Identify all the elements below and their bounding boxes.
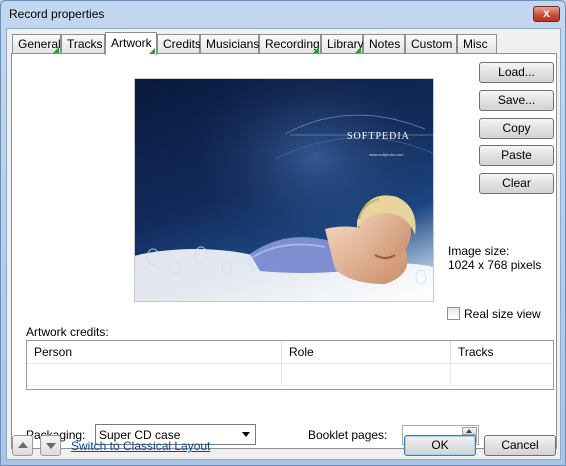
move-down-button[interactable] [40, 435, 61, 456]
modified-marker-icon [149, 48, 155, 54]
cancel-button-label: Cancel [501, 438, 539, 452]
copy-button-label: Copy [502, 121, 531, 135]
artwork-credits-label: Artwork credits: [26, 325, 109, 339]
record-properties-window: Record properties x General Tracks Artwo… [0, 0, 566, 466]
tab-tracks[interactable]: Tracks [61, 34, 105, 54]
watermark-brand: SOFTPEDIA [347, 131, 410, 142]
column-header-label: Person [34, 345, 73, 359]
paste-button[interactable]: Paste [479, 145, 554, 166]
spin-up-button[interactable] [462, 427, 477, 435]
load-button-label: Load... [498, 65, 535, 79]
table-cell[interactable] [282, 364, 451, 386]
tab-label: Artwork [111, 36, 152, 50]
chevron-down-icon [242, 432, 250, 437]
save-button-label: Save... [497, 93, 536, 107]
switch-layout-link[interactable]: Switch to Classical Layout [71, 439, 210, 453]
cancel-button[interactable]: Cancel [484, 435, 556, 456]
column-header-tracks[interactable]: Tracks [451, 341, 553, 364]
tab-label: Recording [265, 37, 320, 51]
artwork-credits-table[interactable]: Person Role Tracks [26, 340, 554, 390]
watermark-url: www.softpedia.com [369, 152, 404, 157]
load-button[interactable]: Load... [479, 62, 554, 83]
column-header-label: Role [289, 345, 314, 359]
image-size-value: 1024 x 768 pixels [448, 258, 542, 272]
table-cell[interactable] [27, 364, 282, 386]
image-size-label: Image size: [448, 244, 510, 258]
booklet-pages-label: Booklet pages: [308, 428, 388, 442]
artwork-panel: SOFTPEDIA www.softpedia.com Load... Save… [11, 53, 557, 449]
tab-musicians[interactable]: Musicians [200, 34, 259, 54]
window-title: Record properties [9, 7, 105, 21]
arrow-down-icon [46, 443, 56, 449]
tab-credits[interactable]: Credits [157, 34, 202, 54]
move-up-button[interactable] [12, 435, 33, 456]
close-icon: x [543, 6, 550, 20]
clear-button[interactable]: Clear [479, 173, 554, 194]
tab-label: Misc [463, 37, 488, 51]
ok-button[interactable]: OK [404, 435, 476, 456]
column-header-role[interactable]: Role [282, 341, 451, 364]
dialog-client-area: General Tracks Artwork Credits Musicians… [6, 28, 561, 460]
tab-custom-1[interactable]: Custom 1 [405, 34, 462, 54]
tab-artwork[interactable]: Artwork [105, 32, 157, 55]
artwork-picture: SOFTPEDIA www.softpedia.com [135, 79, 433, 301]
tab-label: Credits [163, 37, 202, 51]
title-bar[interactable]: Record properties x [1, 1, 565, 28]
column-header-person[interactable]: Person [27, 341, 282, 364]
column-header-label: Tracks [458, 345, 494, 359]
table-cell[interactable] [451, 364, 553, 386]
real-size-view-label[interactable]: Real size view [464, 307, 541, 321]
artwork-image[interactable]: SOFTPEDIA www.softpedia.com [134, 78, 434, 302]
arrow-up-icon [18, 442, 28, 448]
tab-recording[interactable]: Recording [259, 34, 321, 54]
tab-label: Custom 1 [411, 37, 463, 51]
tab-label: Notes [369, 37, 401, 51]
tab-library[interactable]: Library [321, 34, 364, 54]
tab-general[interactable]: General [12, 34, 61, 54]
arrow-up-icon [466, 429, 472, 433]
close-button[interactable]: x [533, 6, 560, 22]
paste-button-label: Paste [501, 148, 532, 162]
real-size-view-checkbox[interactable] [447, 307, 460, 320]
tab-label: Tracks [67, 37, 103, 51]
copy-button[interactable]: Copy [479, 118, 554, 139]
clear-button-label: Clear [502, 176, 531, 190]
ok-button-label: OK [431, 438, 449, 452]
tab-label: Musicians [206, 37, 260, 51]
save-button[interactable]: Save... [479, 90, 554, 111]
tab-misc[interactable]: Misc [457, 34, 497, 54]
tab-notes[interactable]: Notes [363, 34, 405, 54]
